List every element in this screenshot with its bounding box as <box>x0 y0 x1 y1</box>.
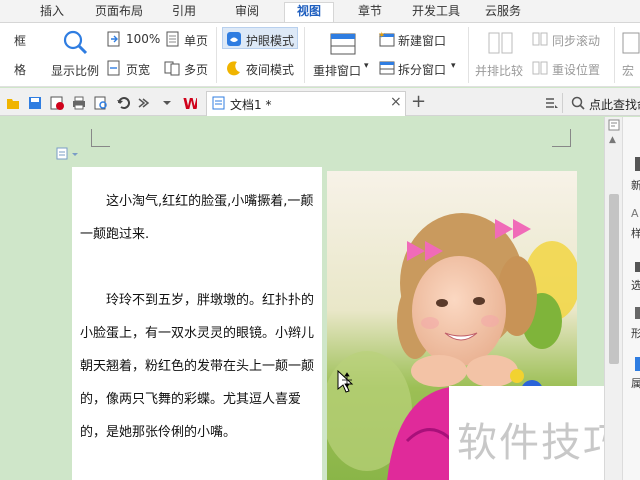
rearrange-window-icon[interactable] <box>330 33 356 55</box>
vertical-scrollbar[interactable]: ▲ <box>604 117 622 480</box>
tab-chapter[interactable]: 章节 <box>358 3 382 22</box>
macro-button[interactable]: 宏 <box>622 62 634 79</box>
ribbon: 框 格 显示比例 100% 页宽 单页 多页 护眼模式 夜间模式 重排窗口 ▾ … <box>0 22 640 87</box>
ribbon-cut-item-top[interactable]: 框 <box>14 32 26 49</box>
split-window-button[interactable]: 拆分窗口 <box>398 61 446 78</box>
page-width-button[interactable]: 页宽 <box>126 61 150 78</box>
right-panel-select[interactable]: 选 <box>631 277 640 293</box>
paragraph-2[interactable]: 玲玲不到五岁，胖墩墩的。红扑扑的小脸蛋上，有一双水灵灵的眼镜。小辫儿朝天翘着，粉… <box>80 284 316 449</box>
tab-cloud[interactable]: 云服务 <box>485 3 521 22</box>
macro-icon[interactable] <box>622 32 640 54</box>
print-icon[interactable] <box>72 96 86 110</box>
side-by-side-icon[interactable] <box>488 32 514 54</box>
ribbon-tabs: 插入 页面布局 引用 审阅 视图 章节 开发工具 云服务 <box>0 0 640 22</box>
tab-menu-icon[interactable] <box>545 97 559 109</box>
new-tab-icon[interactable]: + <box>411 91 426 112</box>
wps-logo-icon[interactable]: W <box>183 95 197 109</box>
eye-mode-icon <box>227 32 241 46</box>
open-folder-icon[interactable] <box>6 96 20 110</box>
paragraph-layout-icon[interactable] <box>56 147 82 161</box>
scrollbar-thumb[interactable] <box>609 194 619 364</box>
ruler-toggle-icon[interactable] <box>608 119 620 131</box>
text-page: 这小淘气,红红的脸蛋,小嘴撅着,一颠一颠跑过来. 玲玲不到五岁，胖墩墩的。红扑扑… <box>72 167 322 480</box>
page-width-icon <box>107 60 120 76</box>
tab-reference[interactable]: 引用 <box>172 3 196 22</box>
rearrange-dropdown-icon[interactable]: ▾ <box>364 61 369 71</box>
new-window-icon: ✶ <box>378 31 395 47</box>
zoom-icon[interactable] <box>62 29 88 55</box>
new-window-button[interactable]: 新建窗口 <box>398 32 446 49</box>
single-page-icon <box>166 31 179 47</box>
night-mode-button[interactable]: 夜间模式 <box>246 61 294 78</box>
right-panel-shape[interactable]: 形 <box>631 325 640 341</box>
search-box[interactable]: 点此查找命 <box>589 96 640 113</box>
right-panel-new[interactable]: 新 <box>631 177 640 193</box>
tab-insert[interactable]: 插入 <box>40 3 64 22</box>
right-panel-style[interactable]: 样 <box>631 225 640 241</box>
doc-icon <box>212 96 225 110</box>
redo-icon[interactable] <box>136 96 150 110</box>
watermark-text: 软件技巧 <box>457 420 625 466</box>
sync-scroll-button[interactable]: 同步滚动 <box>552 32 600 49</box>
document-tab-title: 文档1 * <box>230 98 272 112</box>
right-panel: 新 A 样 选 形 属 <box>622 117 640 480</box>
pdf-icon[interactable] <box>50 96 64 110</box>
tab-view[interactable]: 视图 <box>284 2 335 22</box>
rearrange-window-button[interactable]: 重排窗口 <box>313 62 361 79</box>
paragraph-1[interactable]: 这小淘气,红红的脸蛋,小嘴撅着,一颠一颠跑过来. <box>80 185 316 251</box>
show-ratio-button[interactable]: 显示比例 <box>51 62 99 79</box>
search-icon[interactable] <box>571 96 585 110</box>
reset-position-button[interactable]: 重设位置 <box>552 61 600 78</box>
svg-text:W: W <box>183 95 197 109</box>
eye-mode-label: 护眼模式 <box>246 34 295 48</box>
single-page-button[interactable]: 单页 <box>184 32 208 49</box>
move-cursor-icon <box>337 369 354 393</box>
tab-developer[interactable]: 开发工具 <box>412 3 460 22</box>
dropdown-icon[interactable] <box>162 98 176 112</box>
close-tab-icon[interactable]: × <box>390 94 402 110</box>
svg-text:✶: ✶ <box>378 31 386 41</box>
side-by-side-button[interactable]: 并排比较 <box>475 62 523 79</box>
save-icon[interactable] <box>28 96 42 110</box>
zoom-100-button[interactable]: 100% <box>126 32 160 46</box>
split-dropdown-icon[interactable]: ▾ <box>451 61 456 71</box>
undo-icon[interactable] <box>116 96 130 110</box>
night-mode-icon <box>227 61 240 76</box>
multi-page-icon <box>164 61 180 76</box>
ribbon-cut-item-bottom[interactable]: 格 <box>14 61 26 78</box>
tab-page-layout[interactable]: 页面布局 <box>95 3 143 22</box>
sync-scroll-icon <box>532 32 548 46</box>
multi-page-button[interactable]: 多页 <box>184 61 208 78</box>
split-window-icon <box>379 61 395 75</box>
tab-review[interactable]: 审阅 <box>235 3 259 22</box>
reset-position-icon <box>532 61 548 75</box>
right-panel-property[interactable]: 属 <box>631 375 640 391</box>
preview-icon[interactable] <box>94 96 108 110</box>
zoom-100-icon <box>107 31 120 47</box>
scroll-up-icon[interactable]: ▲ <box>609 135 616 145</box>
